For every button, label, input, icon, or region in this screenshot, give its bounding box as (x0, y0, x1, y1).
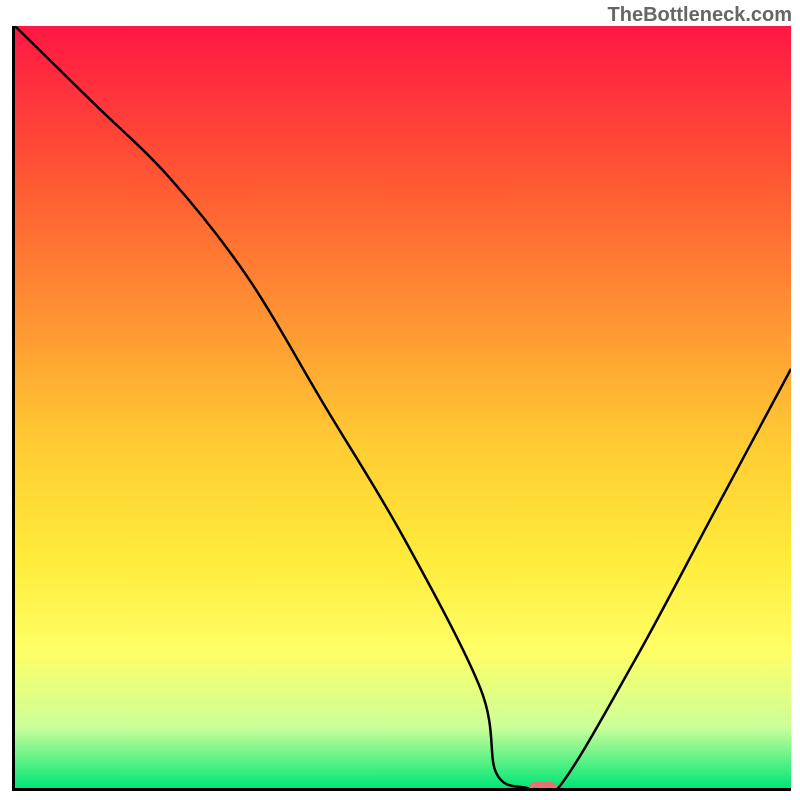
chart-plot-area (12, 26, 791, 791)
chart-curve (15, 26, 791, 788)
optimal-point-marker (529, 782, 557, 791)
watermark-text: TheBottleneck.com (608, 4, 792, 27)
